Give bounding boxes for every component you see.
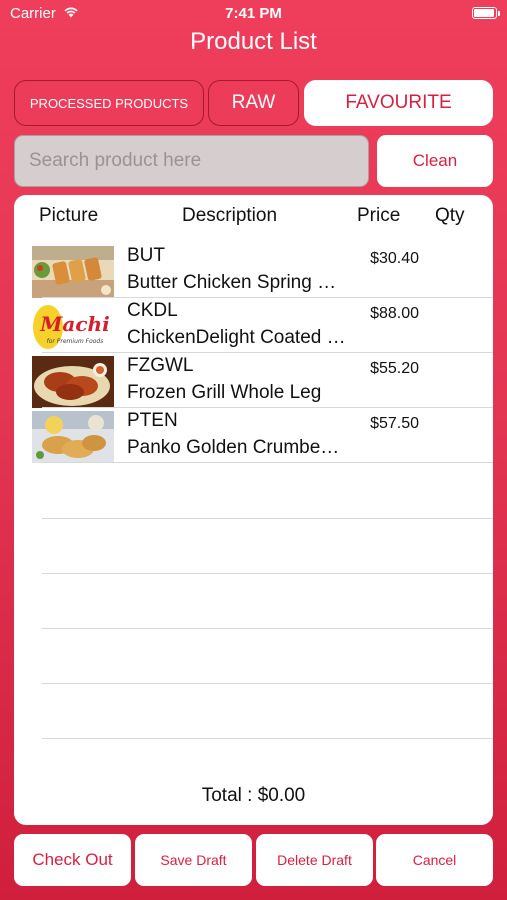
column-header-picture: Picture (39, 205, 99, 226)
search-box (14, 135, 369, 187)
product-code: FZGWL (127, 355, 194, 376)
table-row[interactable]: BUT Butter Chicken Spring Rolls $30.40 (14, 243, 493, 298)
product-code: CKDL (127, 300, 178, 321)
product-description: Panko Golden Crumbed Tenders (127, 437, 347, 458)
row-divider (42, 683, 493, 684)
table-row[interactable]: PTEN Panko Golden Crumbed Tenders $57.50 (14, 408, 493, 463)
crumbed-tenders-photo (32, 411, 114, 463)
cancel-button-label: Cancel (412, 852, 457, 868)
clean-button-label: Clean (412, 151, 458, 170)
product-list-screen: Carrier 7:41 PM Product List PROCESSED P… (0, 0, 507, 900)
save-draft-button[interactable]: Save Draft (135, 834, 252, 886)
tab-processed-products[interactable]: PROCESSED PRODUCTS (14, 80, 204, 126)
product-description: Frozen Grill Whole Leg (127, 382, 322, 403)
row-divider (42, 462, 493, 463)
column-header-qty: Qty (435, 205, 465, 226)
tab-raw[interactable]: RAW (208, 80, 299, 126)
table-row[interactable]: Machi for Premium Foods CKDL ChickenDeli… (14, 298, 493, 353)
product-description: Butter Chicken Spring Rolls (127, 272, 347, 293)
page-title: Product List (190, 28, 317, 55)
product-price: $55.20 (370, 360, 419, 377)
cancel-button[interactable]: Cancel (376, 834, 493, 886)
table-row[interactable]: FZGWL Frozen Grill Whole Leg $55.20 (14, 353, 493, 408)
grilled-chicken-photo (32, 356, 114, 408)
row-divider (42, 628, 493, 629)
product-price: $88.00 (370, 305, 419, 322)
spring-rolls-photo (32, 246, 114, 298)
clean-button[interactable]: Clean (377, 135, 493, 187)
row-divider (42, 573, 493, 574)
product-description: ChickenDelight Coated Chicken (127, 327, 347, 348)
delete-draft-button-label: Delete Draft (277, 852, 352, 868)
product-code: PTEN (127, 410, 178, 431)
tab-label: FAVOURITE (345, 92, 452, 113)
battery-fill (474, 9, 494, 17)
save-draft-button-label: Save Draft (160, 852, 227, 868)
tab-label: PROCESSED PRODUCTS (29, 95, 189, 111)
row-divider (42, 738, 493, 739)
clock: 7:41 PM (225, 5, 282, 22)
product-table: Picture Description Price Qty BUT Butter… (14, 195, 493, 825)
delete-draft-button[interactable]: Delete Draft (256, 834, 373, 886)
machi-logo-tagline: for Premium Foods (47, 338, 104, 345)
check-out-button-label: Check Out (32, 850, 113, 869)
search-input[interactable] (27, 149, 356, 173)
column-header-description: Description (182, 205, 278, 226)
row-divider (42, 518, 493, 519)
machi-logo: Machi for Premium Foods (32, 301, 114, 353)
total-label: Total : $0.00 (201, 785, 306, 806)
machi-logo-text: Machi (39, 312, 109, 336)
tab-label: RAW (231, 92, 276, 113)
tab-favourite[interactable]: FAVOURITE (304, 80, 493, 126)
status-bar: Carrier 7:41 PM (0, 0, 507, 28)
product-code: BUT (127, 245, 165, 266)
product-price: $57.50 (370, 415, 419, 432)
battery-icon (472, 7, 500, 19)
product-price: $30.40 (370, 250, 419, 267)
column-header-price: Price (357, 205, 401, 226)
check-out-button[interactable]: Check Out (14, 834, 131, 886)
